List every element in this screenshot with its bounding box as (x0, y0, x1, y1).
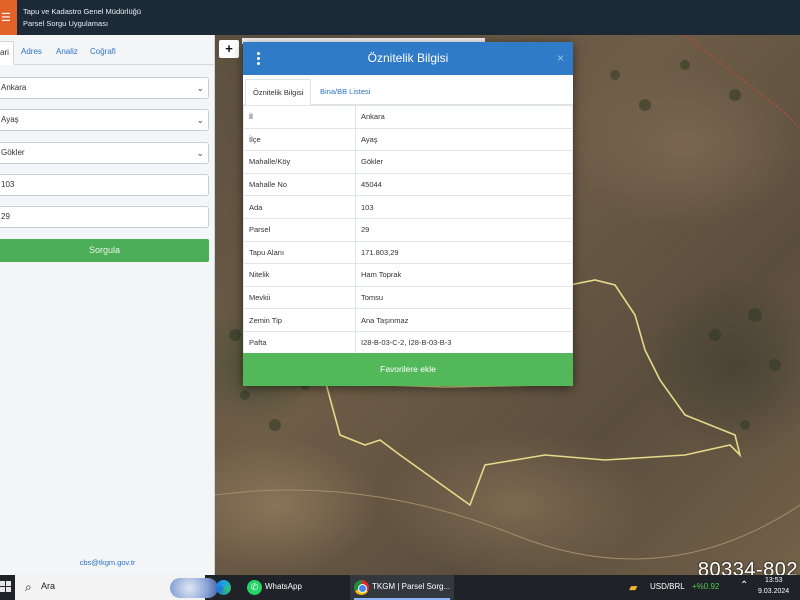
attribute-info-dialog: Öznitelik Bilgisi × Öznitelik Bilgisi Bi… (243, 42, 573, 386)
taskbar: ⌕ Ara ✆ WhatsApp TKGM | Parsel Sorg... ▰… (0, 575, 800, 600)
query-button[interactable]: Sorgula (0, 239, 209, 262)
table-row: Pafta I28-B-03-C-2, I28-B-03-B-3 (243, 330, 573, 355)
tab-analysis-label: Analiz (56, 47, 78, 56)
attr-value: Ayaş (355, 127, 573, 152)
parcel-value: 29 (1, 212, 10, 221)
table-row: Nitelik Ham Toprak (243, 263, 573, 287)
table-row: Mevkii Tomsu (243, 285, 573, 310)
block-input[interactable]: 103 (0, 174, 209, 196)
tab-geographic[interactable]: Coğrafi (90, 41, 116, 65)
attr-value: 45044 (355, 172, 573, 197)
stock-name: USD/BRL (650, 582, 685, 591)
district-value: Ayaş (1, 115, 19, 124)
dialog-tabs: Öznitelik Bilgisi Bina/BB Listesi (243, 75, 573, 106)
app-title: Tapu ve Kadastro Genel Müdürlüğü Parsel … (23, 6, 141, 30)
hamburger-menu-button[interactable]: ☰ (0, 0, 17, 35)
attr-key: Parsel (243, 217, 356, 242)
attr-value: 29 (355, 217, 573, 242)
attr-value: I28-B-03-C-2, I28-B-03-B-3 (355, 330, 573, 355)
dialog-header: Öznitelik Bilgisi × (243, 42, 573, 75)
chevron-down-icon: ⌄ (196, 83, 204, 93)
attr-key: Pafta (243, 330, 356, 355)
district-select[interactable]: Ayaş ⌄ (0, 109, 209, 131)
app-title-line2: Parsel Sorgu Uygulaması (23, 19, 109, 28)
close-icon[interactable]: × (557, 51, 564, 65)
attr-key: Nitelik (243, 263, 356, 287)
tab-address-label: Adres (21, 47, 42, 56)
attr-key: İl (243, 105, 356, 129)
block-value: 103 (1, 180, 15, 189)
chevron-up-icon[interactable]: ⌃ (740, 580, 748, 591)
attr-key: Tapu Alanı (243, 240, 356, 265)
search-icon: ⌕ (25, 580, 32, 594)
query-panel: ari Adres Analiz Coğrafi Ankara ⌄ Ayaş ⌄… (0, 35, 215, 575)
clock-date[interactable]: 9.03.2024 (758, 588, 789, 595)
hamburger-icon: ☰ (1, 12, 11, 24)
chrome-icon (354, 580, 369, 595)
attr-key: Zemin Tip (243, 308, 356, 332)
taskbar-app-chrome[interactable]: TKGM | Parsel Sorg... (350, 575, 454, 600)
attr-key: Mahalle No (243, 172, 356, 197)
app-title-line1: Tapu ve Kadastro Genel Müdürlüğü (23, 7, 141, 16)
attr-value: Ankara (355, 105, 573, 129)
attr-value: Gökler (355, 150, 573, 174)
attr-value: Tomsu (355, 285, 573, 310)
tab-analysis[interactable]: Analiz (56, 41, 78, 65)
search-highlight-image (170, 578, 218, 598)
table-row: Mahalle No 45044 (243, 172, 573, 197)
parcel-input[interactable]: 29 (0, 206, 209, 228)
tab-attribute-info[interactable]: Öznitelik Bilgisi (245, 79, 312, 106)
attr-value: 171.803,29 (355, 240, 573, 265)
attr-key: Mahalle/Köy (243, 150, 356, 174)
attr-key: Mevkii (243, 285, 356, 310)
tab-parcel-label: ari (0, 48, 9, 57)
attr-value: 103 (355, 195, 573, 219)
taskbar-app-whatsapp[interactable]: ✆ WhatsApp (243, 575, 343, 600)
app-header: ☰ Tapu ve Kadastro Genel Müdürlüğü Parse… (0, 0, 800, 35)
table-row: Mahalle/Köy Gökler (243, 150, 573, 174)
attr-key: Ada (243, 195, 356, 219)
attr-value: Ana Taşınmaz (355, 308, 573, 332)
query-tabs: ari Adres Analiz Coğrafi (0, 41, 215, 65)
tab-building-list[interactable]: Bina/BB Listesi (313, 79, 377, 106)
contact-email-link[interactable]: cbs@tkgm.gov.tr (0, 558, 215, 567)
table-row: İlçe Ayaş (243, 127, 573, 152)
attr-key: İlçe (243, 127, 356, 152)
tab-parcel[interactable]: ari (0, 41, 14, 65)
province-select[interactable]: Ankara ⌄ (0, 77, 209, 99)
table-row: İl Ankara (243, 105, 573, 129)
chevron-down-icon: ⌄ (196, 148, 204, 158)
neighborhood-value: Gökler (1, 148, 25, 157)
stock-change: +%0.92 (692, 582, 720, 591)
table-row: Parsel 29 (243, 217, 573, 242)
add-favorite-button[interactable]: Favorilere ekle (243, 353, 573, 386)
taskbar-search-box[interactable]: ⌕ Ara (15, 575, 218, 600)
edge-browser-icon[interactable] (216, 580, 231, 595)
taskbar-search-placeholder: Ara (41, 581, 56, 591)
zoom-in-button[interactable]: + (219, 40, 239, 58)
table-row: Zemin Tip Ana Taşınmaz (243, 308, 573, 332)
dialog-title: Öznitelik Bilgisi (367, 51, 449, 65)
chevron-down-icon: ⌄ (196, 115, 204, 125)
attribute-table: İl Ankara İlçe Ayaş Mahalle/Köy Gökler Maha… (243, 105, 573, 355)
stock-widget-icon[interactable]: ▰ (629, 581, 643, 594)
clock-time[interactable]: 13:53 (765, 577, 783, 584)
tab-address[interactable]: Adres (21, 41, 42, 65)
taskbar-app-label: WhatsApp (265, 582, 302, 591)
province-value: Ankara (1, 83, 27, 92)
whatsapp-icon: ✆ (247, 580, 262, 595)
table-row: Tapu Alanı 171.803,29 (243, 240, 573, 265)
attr-value: Ham Toprak (355, 263, 573, 287)
table-row: Ada 103 (243, 195, 573, 219)
neighborhood-select[interactable]: Gökler ⌄ (0, 142, 209, 164)
tab-geographic-label: Coğrafi (90, 47, 116, 56)
taskbar-app-label: TKGM | Parsel Sorg... (372, 582, 451, 591)
windows-start-icon[interactable] (0, 581, 12, 593)
